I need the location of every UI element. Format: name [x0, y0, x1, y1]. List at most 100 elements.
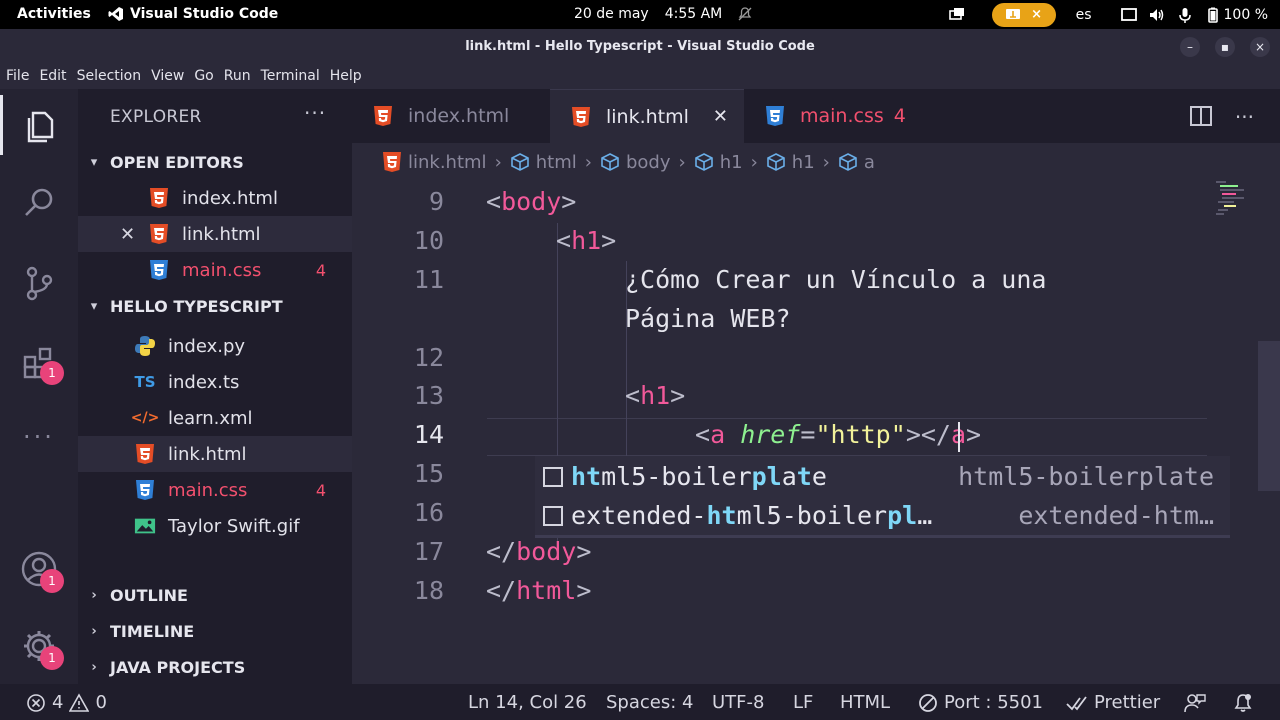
outline-section[interactable]: › OUTLINE — [78, 577, 352, 613]
breadcrumb-file[interactable]: link.html — [382, 151, 487, 173]
feedback-status[interactable] — [1184, 692, 1206, 714]
chevron-right-icon: › — [91, 659, 97, 675]
menu-view[interactable]: View — [151, 65, 184, 89]
java-projects-section[interactable]: › JAVA PROJECTS — [78, 649, 352, 685]
notifications-status[interactable] — [1232, 692, 1254, 714]
tab-label: main.css — [800, 105, 884, 127]
code-editor[interactable]: 9 10 11 12 13 14 15 16 17 18 <body> <h1>… — [352, 181, 1280, 684]
open-editor-label: main.css — [182, 259, 262, 281]
suggestion-item[interactable]: extended-html5-boilerpl… extended-htm… — [535, 496, 1230, 535]
open-editor-item[interactable]: index.html — [78, 180, 352, 216]
app-menu[interactable]: Visual Studio Code — [108, 6, 278, 22]
css3-icon — [148, 259, 170, 281]
tab-index-html[interactable]: index.html — [352, 89, 550, 143]
screen-recording-indicator[interactable]: × — [991, 2, 1056, 27]
search-activity[interactable] — [0, 173, 78, 233]
display-icon[interactable] — [1120, 6, 1138, 24]
file-item[interactable]: TS index.ts — [78, 364, 352, 400]
language-mode[interactable]: HTML — [840, 692, 890, 713]
breadcrumb-html[interactable]: html — [510, 152, 577, 173]
ellipsis-icon: ··· — [23, 423, 55, 451]
breadcrumb-a[interactable]: a — [838, 152, 875, 173]
encoding[interactable]: UTF-8 — [712, 692, 764, 713]
code-line-wrapped: Página WEB? — [625, 304, 791, 333]
code-line: ¿Cómo Crear un Vínculo a una — [625, 265, 1047, 294]
live-server-status[interactable]: Port : 5501 — [918, 692, 1043, 713]
split-editor-icon[interactable] — [1189, 105, 1213, 127]
chevron-right-icon: › — [822, 151, 830, 173]
open-editors-section[interactable]: ▾ OPEN EDITORS — [78, 144, 352, 180]
volume-icon[interactable] — [1148, 6, 1166, 24]
breadcrumb-body[interactable]: body — [600, 152, 671, 173]
microphone-icon[interactable] — [1176, 6, 1194, 24]
menu-go[interactable]: Go — [194, 65, 213, 89]
element-cube-icon — [510, 153, 529, 171]
accounts-activity[interactable]: 1 — [0, 539, 78, 599]
menu-terminal[interactable]: Terminal — [261, 65, 320, 89]
text-cursor — [958, 422, 960, 452]
line-number: 12 — [413, 343, 444, 372]
menu-file[interactable]: File — [6, 65, 29, 89]
breadcrumb-h1[interactable]: h1 — [694, 152, 743, 173]
breadcrumb-h1-inner[interactable]: h1 — [766, 152, 815, 173]
source-control-activity[interactable] — [0, 253, 78, 313]
minimize-button[interactable]: – — [1180, 37, 1200, 57]
timeline-section[interactable]: › TIMELINE — [78, 613, 352, 649]
clock[interactable]: 20 de may 4:55 AM — [574, 6, 752, 22]
screen-share-icon[interactable] — [948, 6, 966, 24]
date: 20 de may — [574, 6, 649, 22]
maximize-button[interactable]: ▪ — [1215, 37, 1235, 57]
prettier-status[interactable]: Prettier — [1066, 692, 1160, 713]
html5-icon — [374, 106, 392, 126]
battery-percentage: 100 % — [1223, 6, 1268, 23]
app-name: Visual Studio Code — [130, 6, 279, 22]
open-editor-item[interactable]: main.css 4 — [78, 252, 352, 288]
project-section[interactable]: ▾ HELLO TYPESCRIPT — [78, 288, 352, 324]
file-item-selected[interactable]: link.html — [78, 436, 352, 472]
project-title: HELLO TYPESCRIPT — [110, 296, 283, 316]
tab-main-css[interactable]: main.css 4 — [744, 89, 942, 143]
file-item[interactable]: </> learn.xml — [78, 400, 352, 436]
explorer-more-actions[interactable]: ··· — [304, 101, 326, 125]
end-of-line[interactable]: LF — [793, 692, 813, 713]
indentation[interactable]: Spaces: 4 — [606, 692, 693, 713]
suggestion-item[interactable]: html5-boilerplate html5-boilerplate — [535, 457, 1230, 496]
open-editor-item-active[interactable]: ✕ link.html — [78, 216, 352, 252]
menu-run[interactable]: Run — [224, 65, 251, 89]
menu-help[interactable]: Help — [330, 65, 362, 89]
close-tab-icon[interactable]: ✕ — [713, 106, 728, 127]
chevron-down-icon: ▾ — [90, 154, 98, 170]
more-activity[interactable]: ··· — [0, 407, 78, 467]
close-editor-icon[interactable]: ✕ — [120, 224, 135, 245]
line-number: 18 — [413, 576, 444, 605]
chevron-right-icon: › — [91, 587, 97, 603]
html5-icon — [383, 152, 401, 172]
explorer-activity[interactable] — [0, 95, 78, 155]
problems-status[interactable]: 4 0 — [26, 692, 107, 713]
port-label: Port : 5501 — [944, 692, 1043, 713]
menu-edit[interactable]: Edit — [39, 65, 66, 89]
tab-label: index.html — [408, 105, 510, 127]
image-icon — [134, 515, 156, 537]
stop-recording-button[interactable]: × — [1031, 7, 1042, 22]
code-line-current: <a href="http"></a> — [695, 420, 982, 449]
tab-link-html[interactable]: link.html ✕ — [550, 89, 744, 143]
file-item[interactable]: index.py — [78, 328, 352, 364]
element-cube-icon — [601, 153, 619, 171]
manage-activity[interactable]: 1 — [0, 616, 78, 676]
extensions-activity[interactable]: 1 — [0, 333, 78, 393]
editor-tabs: index.html link.html ✕ main.css 4 ··· — [352, 89, 1280, 143]
snippet-icon — [543, 505, 563, 526]
close-window-button[interactable]: × — [1250, 37, 1270, 57]
vertical-scrollbar[interactable] — [1258, 341, 1280, 491]
more-actions-icon[interactable]: ··· — [1235, 105, 1254, 129]
battery-icon[interactable] — [1204, 6, 1222, 24]
minimap[interactable] — [1214, 181, 1254, 221]
cursor-position[interactable]: Ln 14, Col 26 — [468, 692, 587, 713]
file-item[interactable]: Taylor Swift.gif — [78, 508, 352, 544]
file-item[interactable]: main.css 4 — [78, 472, 352, 508]
activities-button[interactable]: Activities — [17, 6, 91, 22]
no-entry-icon — [919, 693, 937, 712]
menu-selection[interactable]: Selection — [77, 65, 142, 89]
keyboard-layout[interactable]: es — [1076, 7, 1092, 23]
